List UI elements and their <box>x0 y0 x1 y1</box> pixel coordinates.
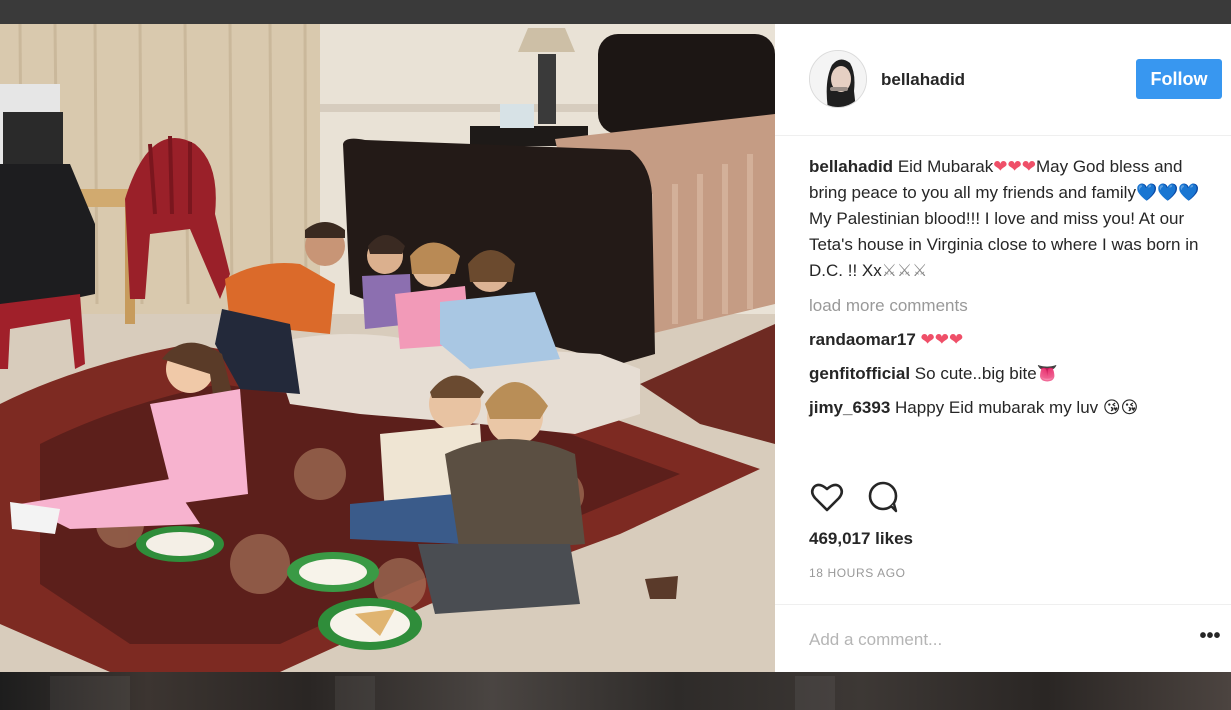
caption-text-1: Eid Mubarak <box>897 157 994 176</box>
load-more-comments-link[interactable]: load more comments <box>809 294 1209 318</box>
comment-emoji: ❤❤❤ <box>920 330 964 349</box>
post-photo[interactable] <box>0 24 775 672</box>
ellipsis-icon[interactable]: ••• <box>1196 625 1224 651</box>
avatar-image <box>810 51 866 107</box>
comment-text: Happy Eid mubarak my luv <box>895 398 1099 417</box>
heart-outline-icon[interactable] <box>809 479 845 515</box>
comments-section: bellahadid Eid Mubarak❤❤❤May God bless a… <box>809 154 1209 420</box>
post-username[interactable]: bellahadid <box>881 70 965 90</box>
caption: bellahadid Eid Mubarak❤❤❤May God bless a… <box>809 154 1209 284</box>
comment-username[interactable]: genfitofficial <box>809 364 910 383</box>
caption-blue-hearts-emoji: 💙💙💙 <box>1135 183 1200 202</box>
add-comment-input[interactable] <box>809 625 1169 655</box>
likes-count[interactable]: 469,017 likes <box>809 529 913 549</box>
post-panel: bellahadid Follow bellahadid Eid Mubarak… <box>775 24 1231 672</box>
comment-emoji: 👅 <box>1036 364 1058 383</box>
top-bar <box>0 0 1231 24</box>
add-comment-row: ••• <box>775 604 1231 672</box>
follow-button[interactable]: Follow <box>1136 59 1222 99</box>
avatar[interactable] <box>809 50 867 108</box>
thumbnail[interactable] <box>335 676 375 710</box>
thumbnail[interactable] <box>795 676 835 710</box>
family-photo-image <box>0 24 775 672</box>
caption-username[interactable]: bellahadid <box>809 157 893 176</box>
bottom-thumbnail-strip <box>0 672 1231 710</box>
comment-item: genfitofficial So cute..big bite👅 <box>809 362 1209 386</box>
comment-item: randaomar17 ❤❤❤ <box>809 328 1209 352</box>
comment-text: So cute..big bite <box>914 364 1037 383</box>
thumbnail[interactable] <box>50 676 130 710</box>
comment-username[interactable]: randaomar17 <box>809 330 916 349</box>
speech-bubble-icon[interactable] <box>865 479 901 515</box>
post-actions <box>809 479 929 515</box>
comment-username[interactable]: jimy_6393 <box>809 398 890 417</box>
comment-item: jimy_6393 Happy Eid mubarak my luv 😘😘 <box>809 396 1209 420</box>
caption-text-3: My Palestinian blood!!! I love and miss … <box>809 209 1199 280</box>
post-header: bellahadid Follow <box>775 24 1231 136</box>
caption-hearts-emoji: ❤❤❤ <box>993 157 1036 176</box>
post-timestamp[interactable]: 18 HOURS AGO <box>809 566 906 580</box>
caption-swords-emoji: ⚔⚔⚔ <box>881 261 928 280</box>
comment-emoji: 😘😘 <box>1102 398 1139 417</box>
